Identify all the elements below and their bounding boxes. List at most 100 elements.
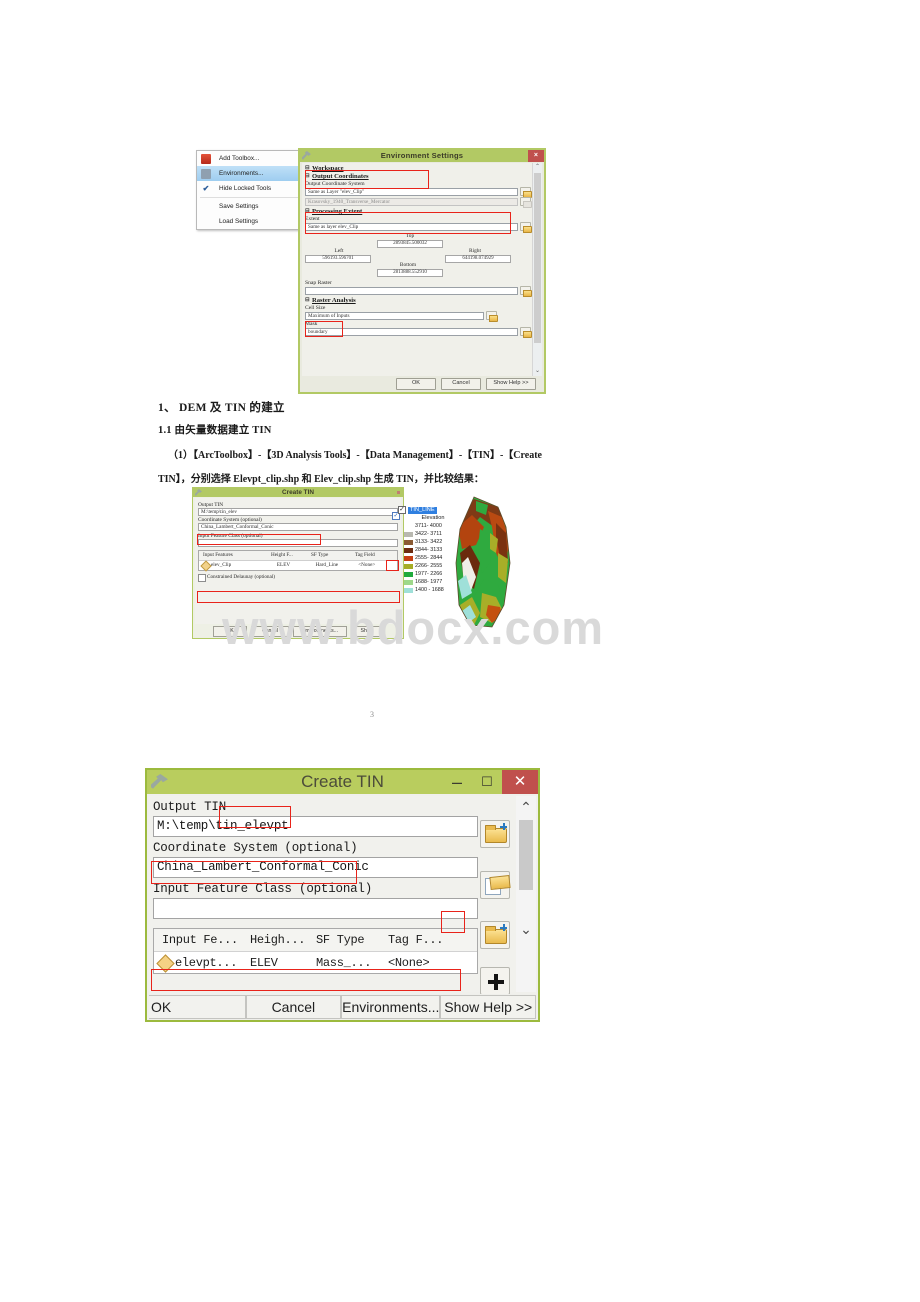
arctoolbox-context-menu[interactable]: Add Toolbox... Environments... ✔ Hide Lo… bbox=[196, 150, 302, 230]
show-help-button[interactable]: Show Help >> bbox=[440, 995, 536, 1019]
scroll-thumb[interactable] bbox=[519, 820, 533, 890]
close-icon[interactable] bbox=[397, 491, 400, 494]
menu-divider bbox=[200, 197, 298, 198]
dialog-title: Create TIN bbox=[301, 772, 384, 791]
snap-raster-select[interactable] bbox=[305, 286, 518, 295]
legend-swatch bbox=[404, 555, 413, 561]
table-header-row: Input Features Height F... SF Type Tag F… bbox=[199, 550, 397, 561]
menu-item-add-toolbox[interactable]: Add Toolbox... bbox=[197, 151, 301, 166]
browse-folder-icon[interactable] bbox=[520, 187, 532, 198]
scroll-up-icon[interactable]: ⌃ bbox=[533, 163, 542, 172]
browse-input-feature-button[interactable] bbox=[480, 921, 510, 949]
legend-title: Elevation bbox=[421, 515, 445, 521]
page-number: 3 bbox=[370, 710, 374, 719]
legend-item: 1977- 2266 bbox=[398, 570, 460, 578]
scroll-down-icon[interactable]: ⌄ bbox=[533, 367, 542, 376]
ok-button[interactable]: OK bbox=[149, 995, 246, 1019]
top-input[interactable]: 2893845.500032 bbox=[377, 240, 443, 248]
environments-button[interactable]: Environments... bbox=[341, 995, 441, 1019]
output-coordinate-system-select[interactable]: Same as Layer "elev_Clip" bbox=[305, 187, 518, 196]
legend-layer-header[interactable]: TIN_LINE bbox=[398, 505, 460, 514]
group-workspace[interactable]: Workspace bbox=[305, 165, 531, 172]
input-feature-class-label: Input Feature Class (optional) bbox=[153, 882, 373, 896]
legend-swatch bbox=[404, 531, 413, 537]
hammer-icon bbox=[195, 489, 202, 496]
input-feature-class-select[interactable] bbox=[198, 538, 398, 547]
close-icon[interactable]: × bbox=[528, 150, 544, 162]
mask-select[interactable]: boundary bbox=[305, 327, 518, 336]
cell-tag-field: <None> bbox=[388, 955, 430, 970]
browse-output-folder-button[interactable] bbox=[480, 820, 510, 848]
group-raster-analysis[interactable]: Raster Analysis bbox=[305, 297, 531, 304]
coordinate-system-input[interactable]: China_Lambert_Conformal_Conic bbox=[153, 857, 478, 878]
figure-environment-settings: Add Toolbox... Environments... ✔ Hide Lo… bbox=[196, 148, 546, 394]
col-sf-type: SF Type bbox=[311, 552, 329, 558]
menu-item-label: Add Toolbox... bbox=[219, 155, 260, 162]
output-tin-input[interactable]: M:\temp\tin_elevpt bbox=[153, 816, 478, 837]
constrained-delaunay-checkbox[interactable]: Constrained Delaunay (optional) bbox=[198, 573, 398, 582]
menu-item-save-settings[interactable]: Save Settings bbox=[197, 199, 301, 214]
check-icon: ✔ bbox=[202, 184, 210, 193]
document-page: Add Toolbox... Environments... ✔ Hide Lo… bbox=[0, 0, 920, 1302]
coordinate-system-input[interactable]: China_Lambert_Conformal_Conic bbox=[198, 523, 398, 531]
menu-item-hide-locked-tools[interactable]: ✔ Hide Locked Tools bbox=[197, 181, 301, 196]
ok-button[interactable]: OK bbox=[396, 378, 436, 390]
layer-name: TIN_LINE bbox=[408, 506, 437, 514]
menu-item-load-settings[interactable]: Load Settings bbox=[197, 214, 301, 229]
add-row-button[interactable] bbox=[480, 967, 510, 995]
close-icon[interactable]: ✕ bbox=[502, 770, 538, 794]
input-feature-class-select[interactable] bbox=[153, 898, 478, 919]
scroll-up-icon[interactable]: ⌃ bbox=[516, 796, 536, 818]
menu-item-environments[interactable]: Environments... bbox=[197, 166, 301, 181]
show-help-button[interactable]: Show Help >> bbox=[486, 378, 536, 390]
browse-folder-icon[interactable] bbox=[520, 327, 532, 338]
dialog-title-bar: Create TIN – ☐ ✕ bbox=[147, 770, 538, 794]
side-button-column: ⌄ bbox=[480, 796, 514, 1016]
group-output-coordinates[interactable]: Output Coordinates bbox=[305, 173, 531, 180]
cancel-button[interactable]: Cancel bbox=[441, 378, 481, 390]
cell-tag-field: <None> bbox=[358, 562, 376, 568]
left-input[interactable]: 596193.596701 bbox=[305, 255, 371, 263]
table-row[interactable]: elevpt... ELEV Mass_... <None> bbox=[154, 952, 477, 973]
dialog-scrollbar[interactable]: ⌃ ⌄ bbox=[516, 796, 536, 992]
coordinate-system-properties-button[interactable] bbox=[480, 871, 511, 899]
open-folder-icon bbox=[485, 926, 507, 944]
group-label: Processing Extent bbox=[312, 208, 363, 215]
dialog-scrollbar[interactable]: ⌃ ⌄ bbox=[532, 163, 542, 376]
layer-visibility-checkbox[interactable] bbox=[398, 505, 406, 514]
browse-folder-icon[interactable] bbox=[486, 311, 498, 322]
menu-item-label: Load Settings bbox=[219, 218, 259, 225]
left-label: Left bbox=[334, 248, 344, 254]
cell-size-select[interactable]: Maximum of Inputs bbox=[305, 311, 484, 320]
cell-height-field: ELEV bbox=[250, 955, 278, 970]
legend-item: 3422- 3711 bbox=[398, 530, 460, 538]
group-label: Output Coordinates bbox=[312, 173, 369, 180]
minimize-icon[interactable]: – bbox=[442, 770, 472, 794]
legend-item: 2844- 3133 bbox=[398, 546, 460, 554]
scroll-down-icon[interactable]: ⌄ bbox=[516, 918, 536, 940]
table-header-row: Input Fe... Heigh... SF Type Tag F... bbox=[154, 929, 477, 952]
toolbox-icon bbox=[201, 154, 211, 164]
input-features-table: Input Features Height F... SF Type Tag F… bbox=[198, 549, 398, 572]
browse-folder-icon[interactable] bbox=[520, 286, 532, 297]
paragraph-line-2: TIN】，分别选择 Elevpt_clip.shp 和 Elev_clip.sh… bbox=[158, 474, 484, 485]
legend-swatch bbox=[404, 547, 413, 553]
legend-swatch bbox=[404, 539, 413, 545]
bottom-input[interactable]: 2813888.552910 bbox=[377, 269, 443, 277]
cancel-button[interactable]: Cancel bbox=[245, 995, 342, 1019]
extent-select[interactable]: Same as layer elev_Clip bbox=[305, 222, 518, 231]
table-row[interactable]: elev_Clip ELEV Hard_Line <None> bbox=[199, 560, 397, 572]
extent-row: Same as layer elev_Clip bbox=[305, 222, 532, 233]
legend-swatch bbox=[404, 587, 413, 593]
settings-content: Workspace Output Coordinates Output Coor… bbox=[305, 164, 532, 376]
mask-row: boundary bbox=[305, 327, 532, 338]
maximize-icon[interactable]: ☐ bbox=[472, 770, 502, 794]
browse-folder-icon[interactable] bbox=[520, 222, 532, 233]
group-processing-extent[interactable]: Processing Extent bbox=[305, 208, 531, 215]
col-tag-field: Tag F... bbox=[388, 933, 444, 947]
projection-readonly-field: Krasovsky_1940_Transverse_Mercator bbox=[305, 197, 518, 206]
output-tin-input[interactable]: M:\temp\tin_elev bbox=[198, 507, 398, 516]
add-plus-icon bbox=[488, 974, 504, 990]
scroll-thumb[interactable] bbox=[534, 173, 541, 343]
right-input[interactable]: 644198.074929 bbox=[445, 255, 511, 263]
